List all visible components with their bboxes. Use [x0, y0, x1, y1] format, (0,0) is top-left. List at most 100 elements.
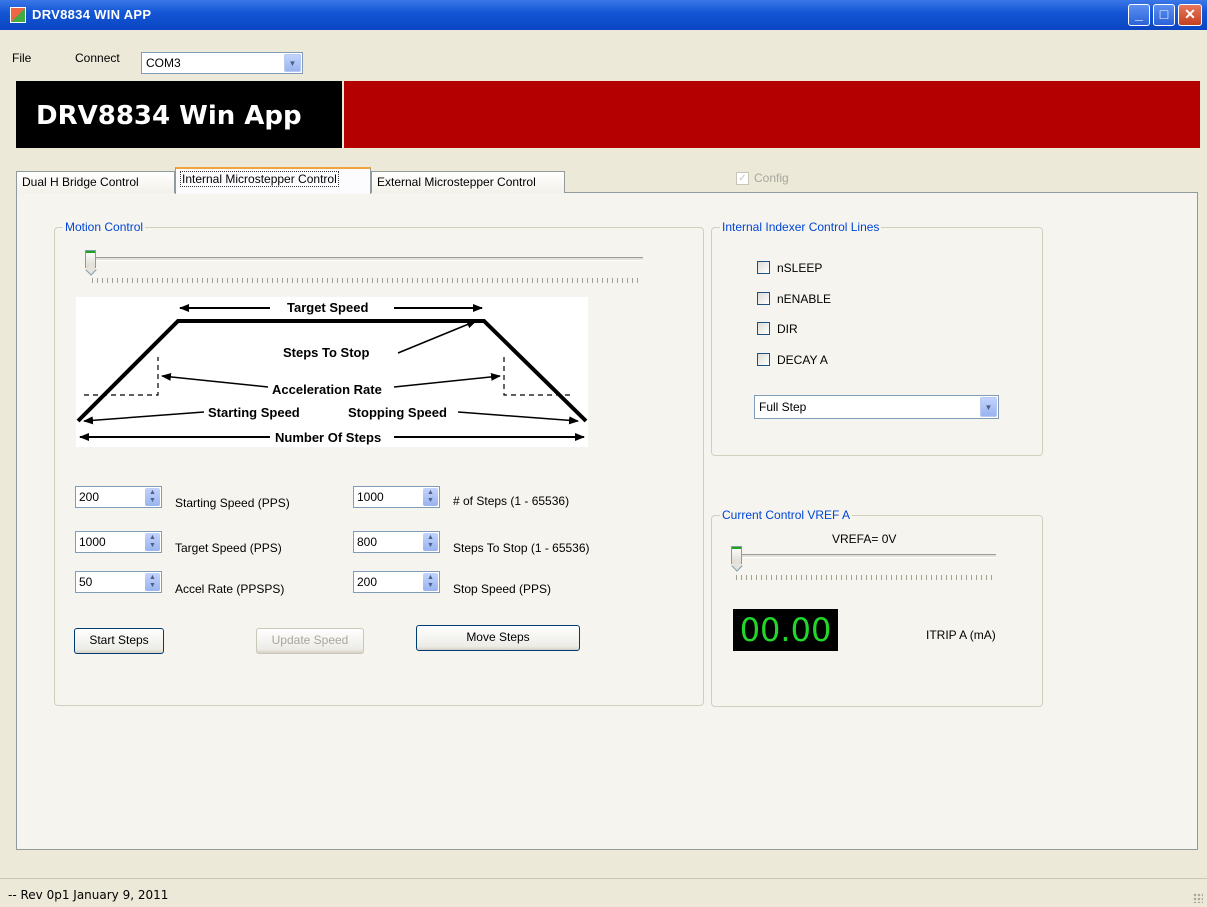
dir-label: DIR [777, 322, 798, 336]
step-mode-select[interactable]: Full Step ▼ [754, 395, 999, 419]
vref-label: VREFA= 0V [832, 532, 897, 546]
spinner-up-icon: ▲ [427, 574, 434, 581]
spinner-arrows-icon[interactable]: ▲ ▼ [145, 488, 160, 506]
itrip-display: 00.00 [733, 609, 838, 651]
accel-rate-label: Accel Rate (PPSPS) [175, 582, 285, 596]
nenable-label: nENABLE [777, 292, 832, 306]
maximize-icon: □ [1159, 6, 1169, 22]
starting-speed-arrow [83, 411, 205, 425]
spinner-up-icon: ▲ [427, 534, 434, 541]
diagram-label-number-of-steps: Number Of Steps [275, 430, 382, 445]
spinner-down-icon: ▼ [427, 542, 434, 549]
tab-label: Internal Microstepper Control [180, 171, 339, 187]
spinner-up-icon: ▲ [149, 489, 156, 496]
checkbox-box [757, 292, 770, 305]
banner-title-panel: DRV8834 Win App [16, 81, 342, 148]
spinner-down-icon: ▼ [427, 497, 434, 504]
steps-to-stop-arrow [397, 320, 477, 354]
num-steps-label: # of Steps (1 - 65536) [453, 494, 570, 508]
config-label: Config [754, 171, 789, 185]
target-speed-value: 1000 [79, 535, 106, 549]
diagram-label-acceleration-rate: Acceleration Rate [272, 382, 382, 397]
num-steps-value: 1000 [357, 490, 384, 504]
minimize-icon: _ [1135, 6, 1143, 22]
menu-connect[interactable]: Connect [75, 51, 120, 65]
checkbox-box [757, 353, 770, 366]
spinner-down-icon: ▼ [149, 542, 156, 549]
diagram-label-steps-to-stop: Steps To Stop [283, 345, 370, 360]
starting-speed-label: Starting Speed (PPS) [175, 496, 290, 510]
decay-a-label: DECAY A [777, 353, 828, 367]
update-speed-button[interactable]: Update Speed [256, 628, 364, 654]
diagram-label-starting-speed: Starting Speed [208, 405, 300, 420]
tab-dual-h-bridge[interactable]: Dual H Bridge Control [16, 171, 175, 193]
banner-title: DRV8834 Win App [36, 101, 302, 131]
acceleration-arrow-left [161, 372, 269, 388]
close-icon: ✕ [1184, 6, 1196, 22]
start-steps-button[interactable]: Start Steps [74, 628, 164, 654]
spinner-up-icon: ▲ [149, 574, 156, 581]
motion-profile-svg [76, 304, 588, 441]
target-speed-input[interactable]: 1000 ▲ ▼ [75, 531, 162, 553]
app-icon [10, 7, 26, 23]
check-icon: ✓ [736, 172, 749, 185]
tab-internal-microstepper[interactable]: Internal Microstepper Control [175, 167, 371, 194]
stop-speed-value: 200 [357, 575, 378, 589]
tab-label: Dual H Bridge Control [22, 175, 139, 189]
minimize-button[interactable]: _ [1128, 4, 1150, 26]
profile-trapezoid [76, 319, 588, 423]
spinner-arrows-icon[interactable]: ▲ ▼ [423, 488, 438, 506]
accel-rate-input[interactable]: 50 ▲ ▼ [75, 571, 162, 593]
com-port-value: COM3 [146, 56, 181, 70]
thumb-grip [86, 251, 95, 253]
status-bar: -- Rev 0p1 January 9, 2011 [0, 878, 1207, 907]
checkbox-box [757, 261, 770, 274]
motion-profile-diagram: Target Speed Steps To Stop Acceleration … [76, 297, 588, 447]
thumb-grip [732, 547, 741, 549]
motion-slider-thumb[interactable] [85, 250, 96, 268]
resize-grip-icon[interactable] [1193, 893, 1203, 903]
motion-slider-ticks [92, 278, 640, 283]
vref-slider-ticks [736, 575, 992, 580]
nsleep-label: nSLEEP [777, 261, 823, 275]
maximize-button[interactable]: □ [1153, 4, 1175, 26]
spinner-arrows-icon[interactable]: ▲ ▼ [145, 533, 160, 551]
starting-speed-input[interactable]: 200 ▲ ▼ [75, 486, 162, 508]
close-button[interactable]: ✕ [1178, 4, 1202, 26]
diagram-label-target-speed: Target Speed [287, 300, 369, 315]
stopping-speed-arrow [457, 411, 579, 425]
spinner-up-icon: ▲ [427, 489, 434, 496]
menu-file[interactable]: File [12, 51, 31, 65]
vref-slider-thumb[interactable] [731, 546, 742, 564]
motion-slider-track[interactable] [88, 257, 643, 261]
starting-speed-value: 200 [79, 490, 100, 504]
com-port-select[interactable]: COM3 ▼ [141, 52, 303, 74]
stop-speed-label: Stop Speed (PPS) [453, 582, 552, 596]
accel-rate-value: 50 [79, 575, 93, 589]
num-steps-input[interactable]: 1000 ▲ ▼ [353, 486, 440, 508]
motion-control-title: Motion Control [63, 220, 146, 234]
chevron-down-icon[interactable]: ▼ [980, 397, 997, 417]
spinner-down-icon: ▼ [427, 582, 434, 589]
current-control-title: Current Control VREF A [720, 508, 853, 522]
steps-to-stop-input[interactable]: 800 ▲ ▼ [353, 531, 440, 553]
status-text: -- Rev 0p1 January 9, 2011 [8, 888, 169, 902]
checkbox-box [757, 322, 770, 335]
tab-external-microstepper[interactable]: External Microstepper Control [371, 171, 565, 193]
stop-speed-input[interactable]: 200 ▲ ▼ [353, 571, 440, 593]
steps-to-stop-value: 800 [357, 535, 378, 549]
spinner-down-icon: ▼ [149, 497, 156, 504]
chevron-down-icon[interactable]: ▼ [284, 54, 301, 72]
spinner-arrows-icon[interactable]: ▲ ▼ [423, 533, 438, 551]
tab-label: External Microstepper Control [377, 175, 536, 189]
window-title: DRV8834 WIN APP [32, 7, 152, 22]
banner-red-panel [344, 81, 1200, 148]
spinner-arrows-icon[interactable]: ▲ ▼ [423, 573, 438, 591]
vref-slider-track[interactable] [736, 554, 996, 558]
steps-to-stop-label: Steps To Stop (1 - 65536) [453, 541, 590, 555]
itrip-label: ITRIP A (mA) [926, 628, 996, 642]
step-mode-value: Full Step [759, 400, 807, 414]
spinner-arrows-icon[interactable]: ▲ ▼ [145, 573, 160, 591]
spinner-up-icon: ▲ [149, 534, 156, 541]
move-steps-button[interactable]: Move Steps [416, 625, 580, 651]
